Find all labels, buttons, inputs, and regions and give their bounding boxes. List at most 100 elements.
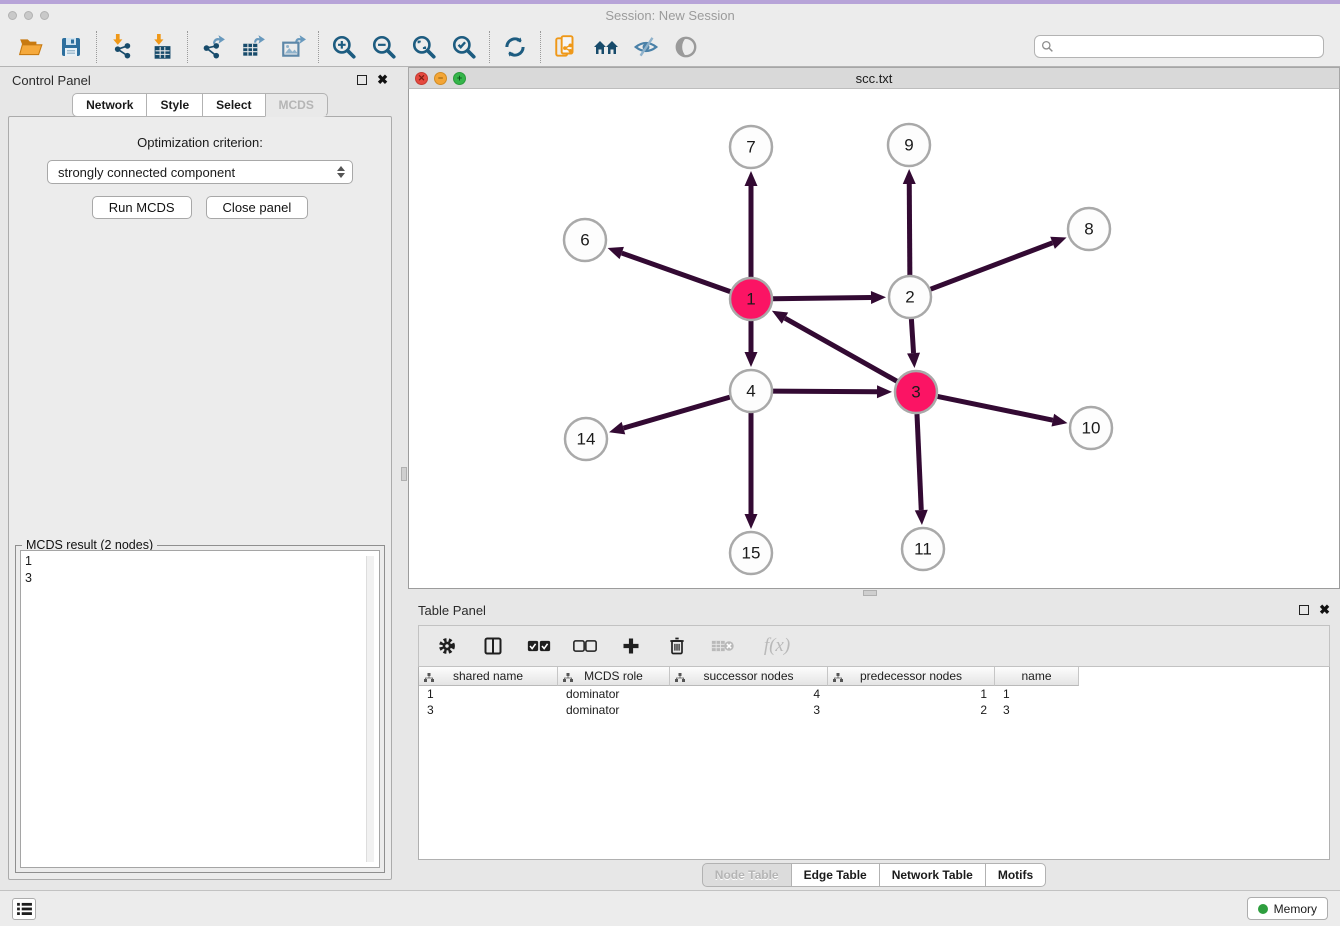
tab-network[interactable]: Network	[72, 93, 147, 117]
cell-MCDS-role[interactable]: dominator	[558, 702, 670, 718]
table-row[interactable]: 1dominator411	[419, 686, 1329, 702]
graph-edge-1-4[interactable]	[745, 321, 758, 367]
graph-node-8[interactable]: 8	[1068, 208, 1110, 250]
horizontal-splitter[interactable]	[408, 589, 1340, 597]
delete-rows-button[interactable]	[665, 634, 689, 658]
save-session-button[interactable]	[54, 31, 88, 63]
graph-node-4[interactable]: 4	[730, 370, 772, 412]
graph-node-7[interactable]: 7	[730, 126, 772, 168]
zoom-selected-button[interactable]	[447, 31, 481, 63]
graph-node-14[interactable]: 14	[565, 418, 607, 460]
select-all-button[interactable]	[527, 634, 551, 658]
optimization-criterion-dropdown[interactable]: strongly connected component	[47, 160, 353, 184]
mcds-result-list[interactable]: 13	[20, 550, 380, 868]
tab-select[interactable]: Select	[202, 93, 265, 117]
graph-edge-4-14[interactable]	[609, 397, 730, 434]
cell-name[interactable]: 3	[995, 702, 1079, 718]
graph-node-2[interactable]: 2	[889, 276, 931, 318]
tab-mcds[interactable]: MCDS	[265, 93, 328, 117]
table-toolbar: f(x)	[418, 625, 1330, 667]
memory-button[interactable]: Memory	[1247, 897, 1328, 920]
svg-text:15: 15	[742, 544, 761, 563]
export-image-button[interactable]	[276, 31, 310, 63]
cell-predecessor-nodes[interactable]: 1	[828, 686, 995, 702]
run-mcds-button[interactable]: Run MCDS	[92, 196, 192, 219]
zoom-fit-button[interactable]	[407, 31, 441, 63]
table-panel: Table Panel ✖	[408, 597, 1340, 890]
refresh-view-button[interactable]	[498, 31, 532, 63]
export-table-button[interactable]	[236, 31, 270, 63]
deselect-all-button[interactable]	[573, 634, 597, 658]
column-header-shared-name[interactable]: shared name	[419, 667, 558, 686]
graph-edge-1-6[interactable]	[608, 247, 731, 292]
search-area	[1034, 35, 1324, 58]
hide-selected-button[interactable]	[629, 31, 663, 63]
export-network-button[interactable]	[196, 31, 230, 63]
cell-predecessor-nodes[interactable]: 2	[828, 702, 995, 718]
duplicate-network-button[interactable]	[549, 31, 583, 63]
graph-node-9[interactable]: 9	[888, 124, 930, 166]
add-row-button[interactable]	[619, 634, 643, 658]
column-header-predecessor-nodes[interactable]: predecessor nodes	[828, 667, 995, 686]
graph-node-1[interactable]: 1	[730, 278, 772, 320]
cell-successor-nodes[interactable]: 4	[670, 686, 828, 702]
graph-node-11[interactable]: 11	[902, 528, 944, 570]
cell-MCDS-role[interactable]: dominator	[558, 686, 670, 702]
graph-edge-3-1[interactable]	[772, 311, 897, 381]
cell-shared-name[interactable]: 3	[419, 702, 558, 718]
search-icon	[1041, 40, 1054, 53]
column-header-successor-nodes[interactable]: successor nodes	[670, 667, 828, 686]
zoom-out-button[interactable]	[367, 31, 401, 63]
tab-style[interactable]: Style	[146, 93, 203, 117]
vertical-splitter[interactable]	[400, 67, 408, 890]
graph-node-6[interactable]: 6	[564, 219, 606, 261]
tab-edge-table[interactable]: Edge Table	[791, 863, 880, 887]
table-settings-button[interactable]	[435, 634, 459, 658]
function-builder-button[interactable]: f(x)	[757, 634, 797, 658]
tab-node-table[interactable]: Node Table	[702, 863, 792, 887]
cell-shared-name[interactable]: 1	[419, 686, 558, 702]
memory-label: Memory	[1274, 902, 1317, 916]
import-network-button[interactable]	[105, 31, 139, 63]
graph-edge-1-2[interactable]	[773, 291, 886, 304]
graph-edge-3-10[interactable]	[938, 396, 1068, 426]
graph-node-10[interactable]: 10	[1070, 407, 1112, 449]
delete-table-button[interactable]	[711, 634, 735, 658]
close-panel-icon[interactable]: ✖	[377, 75, 388, 85]
task-history-button[interactable]	[12, 898, 36, 920]
float-panel-icon[interactable]	[357, 75, 367, 85]
splitter-handle[interactable]	[401, 467, 407, 481]
cell-successor-nodes[interactable]: 3	[670, 702, 828, 718]
graph-edge-3-11[interactable]	[915, 414, 928, 525]
column-header-name[interactable]: name	[995, 667, 1079, 686]
show-all-button[interactable]	[669, 31, 703, 63]
graph-edge-2-3[interactable]	[907, 319, 920, 368]
graph-edge-2-8[interactable]	[931, 237, 1067, 289]
network-graph[interactable]: 1 2 3 4 6 7 8 9 10 11 14 15	[409, 89, 1339, 588]
close-table-panel-icon[interactable]: ✖	[1319, 605, 1330, 615]
graph-node-15[interactable]: 15	[730, 532, 772, 574]
graph-edge-2-9[interactable]	[903, 169, 916, 275]
open-session-button[interactable]	[14, 31, 48, 63]
cell-name[interactable]: 1	[995, 686, 1079, 702]
import-table-button[interactable]	[145, 31, 179, 63]
network-canvas[interactable]: 1 2 3 4 6 7 8 9 10 11 14 15	[408, 88, 1340, 589]
first-neighbors-button[interactable]	[589, 31, 623, 63]
search-input[interactable]	[1054, 40, 1317, 54]
column-header-MCDS-role[interactable]: MCDS role	[558, 667, 670, 686]
result-scrollbar[interactable]	[366, 556, 374, 862]
graph-node-3[interactable]: 3	[895, 371, 937, 413]
graph-edge-1-7[interactable]	[745, 171, 758, 277]
tab-network-table[interactable]: Network Table	[879, 863, 986, 887]
tab-motifs[interactable]: Motifs	[985, 863, 1046, 887]
zoom-in-button[interactable]	[327, 31, 361, 63]
splitter-handle[interactable]	[863, 590, 877, 596]
column-visibility-button[interactable]	[481, 634, 505, 658]
column-hierarchy-icon	[675, 671, 685, 685]
close-panel-button[interactable]: Close panel	[206, 196, 309, 219]
table-row[interactable]: 3dominator323	[419, 702, 1329, 718]
graph-edge-4-15[interactable]	[745, 413, 758, 529]
float-table-panel-icon[interactable]	[1299, 605, 1309, 615]
graph-edge-4-3[interactable]	[773, 385, 892, 398]
unchecked-boxes-icon	[573, 639, 597, 653]
